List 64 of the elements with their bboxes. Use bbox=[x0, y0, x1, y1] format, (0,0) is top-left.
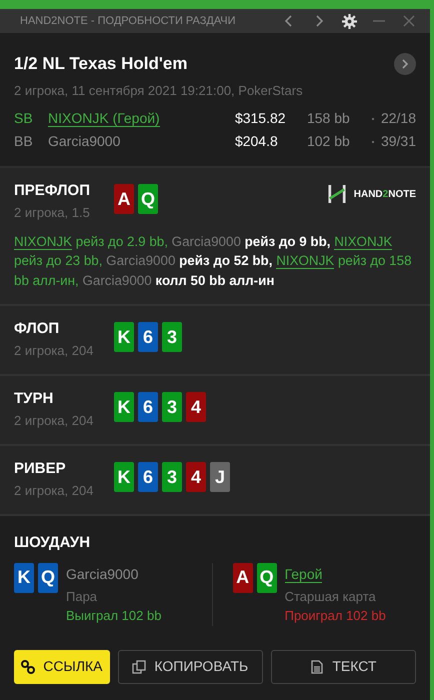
player-stats: 22/18 bbox=[380, 109, 416, 128]
link-button[interactable]: ССЫЛКА bbox=[14, 650, 110, 684]
playing-card: 4 bbox=[186, 462, 206, 492]
copy-icon bbox=[132, 660, 146, 674]
forward-button[interactable] bbox=[394, 52, 416, 75]
playing-card: 3 bbox=[162, 462, 182, 492]
player-link[interactable]: NIXONJK (Герой) bbox=[48, 110, 160, 127]
street-title: ПРЕФЛОП bbox=[14, 181, 91, 201]
window-title: HAND2NOTE - ПОДРОБНОСТИ РАЗДАЧИ bbox=[20, 14, 237, 29]
chevron-left-icon bbox=[285, 15, 293, 27]
stack-amount: $315.82 bbox=[234, 109, 287, 128]
result-text: Выиграл 102 bb bbox=[66, 607, 162, 626]
street-subtitle: 2 игрока, 204 bbox=[14, 482, 94, 500]
street-title: ТУРН bbox=[14, 389, 54, 410]
chevron-right-icon bbox=[315, 15, 323, 27]
hand-title: 1/2 NL Texas Hold'em bbox=[14, 53, 188, 75]
gear-icon bbox=[342, 14, 356, 28]
copy-button[interactable]: КОПИРОВАТЬ bbox=[118, 650, 263, 684]
playing-card: 3 bbox=[162, 392, 182, 422]
hand-subtitle: 2 игрока, 11 сентября 2021 19:21:00, PokerStars bbox=[14, 82, 304, 100]
player-name: Garcia9000 bbox=[66, 564, 138, 584]
result-text: Проиграл 102 bb bbox=[284, 607, 386, 626]
playing-card: 4 bbox=[186, 392, 206, 422]
playing-card: K bbox=[114, 322, 134, 352]
stack-amount: $204.8 bbox=[234, 132, 279, 151]
playing-card: 6 bbox=[138, 322, 158, 352]
hand-combination: Старшая карта bbox=[284, 588, 377, 606]
section-title: ШОУДАУН bbox=[14, 533, 92, 554]
playing-card: K bbox=[114, 392, 134, 422]
street-subtitle: 2 игрока, 204 bbox=[14, 412, 94, 430]
playing-card: 6 bbox=[138, 462, 158, 492]
street-title: ФЛОП bbox=[14, 319, 60, 340]
playing-card: A bbox=[232, 562, 253, 593]
position-label: SB bbox=[14, 109, 34, 128]
minimize-icon bbox=[373, 20, 385, 22]
playing-card: K bbox=[114, 462, 134, 492]
player-link[interactable]: NIXONJK bbox=[334, 234, 392, 250]
big-blinds: 158 bb bbox=[306, 109, 351, 128]
logo-icon bbox=[328, 184, 346, 204]
street-subtitle: 2 игрока, 204 bbox=[14, 342, 94, 360]
text-button[interactable]: ТЕКСТ bbox=[270, 650, 416, 684]
player-link[interactable]: NIXONJK bbox=[14, 234, 72, 250]
playing-card: Q bbox=[38, 562, 58, 593]
playing-card: Q bbox=[138, 184, 158, 214]
playing-card: J bbox=[210, 462, 230, 492]
player-stats: 39/31 bbox=[380, 132, 416, 151]
playing-card: A bbox=[114, 184, 134, 214]
player-link[interactable]: NIXONJK bbox=[276, 253, 334, 270]
playing-card: Q bbox=[256, 562, 277, 593]
playing-card: 3 bbox=[162, 322, 182, 352]
playing-card: K bbox=[14, 562, 34, 593]
link-icon bbox=[21, 660, 36, 674]
street-title: РИВЕР bbox=[14, 459, 67, 480]
player-link[interactable]: Герой bbox=[284, 566, 322, 583]
document-icon bbox=[310, 660, 324, 674]
street-subtitle: 2 игрока, 1.5 bbox=[14, 204, 91, 222]
position-label: BB bbox=[14, 132, 34, 151]
player-name: Garcia9000 bbox=[48, 132, 122, 151]
action-text: NIXONJK рейз до 2.9 bb, Garcia9000 рейз до 9 bb, NIXONJK рейз до 23 bb, Garcia9000 рейз до 52 bb, NIXONJK рейз до 158 bb алл-ин, Garcia9000 колл 50 bb алл-ин bbox=[14, 233, 413, 290]
close-icon bbox=[403, 15, 415, 27]
logo-text: HAND2NOTE bbox=[354, 188, 416, 202]
big-blinds: 102 bb bbox=[306, 132, 351, 151]
playing-card: 6 bbox=[138, 392, 158, 422]
hand-combination: Пара bbox=[66, 588, 98, 606]
